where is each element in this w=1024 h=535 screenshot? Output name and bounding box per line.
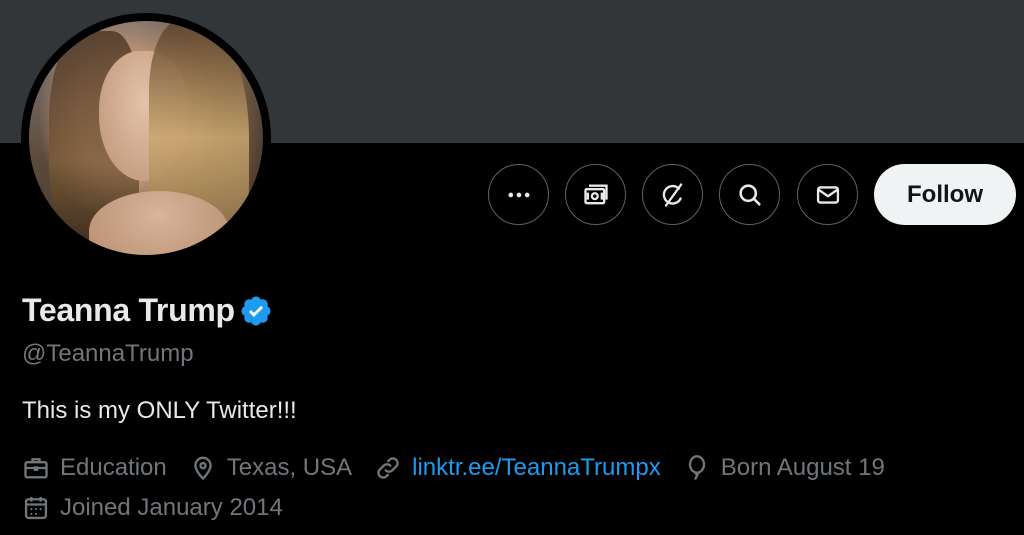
message-button[interactable] — [797, 164, 858, 225]
profile-name-row: Teanna Trump — [22, 292, 273, 329]
briefcase-icon — [24, 458, 48, 479]
location-label: Texas, USA — [226, 454, 353, 481]
follow-button[interactable]: Follow — [874, 164, 1016, 225]
subscribe-button[interactable] — [565, 164, 626, 225]
envelope-icon — [816, 185, 839, 204]
location-item: Texas, USA — [189, 454, 352, 482]
profile-handle: @TeannaTrump — [22, 340, 194, 367]
category-item: Education — [22, 454, 167, 482]
calendar-icon — [24, 496, 48, 520]
more-horizontal-icon — [508, 192, 529, 197]
website-item[interactable]: linktr.ee/TeannaTrumpx — [374, 454, 661, 482]
website-link[interactable]: linktr.ee/TeannaTrumpx — [412, 454, 661, 482]
profile-bio: This is my ONLY Twitter!!! — [22, 397, 297, 424]
location-pin-icon — [193, 456, 212, 481]
profile-meta-row-2: Joined January 2014 — [22, 494, 305, 522]
more-button[interactable] — [488, 164, 549, 225]
link-icon — [377, 457, 399, 479]
search-icon — [738, 183, 761, 206]
joined-label: Joined January 2014 — [60, 494, 283, 521]
money-icon — [583, 184, 608, 204]
avatar-photo — [29, 21, 263, 255]
birthday-item: Born August 19 — [683, 454, 885, 482]
category-label: Education — [60, 454, 167, 481]
grok-button[interactable] — [642, 164, 703, 225]
verified-badge-icon[interactable] — [239, 294, 273, 328]
joined-item: Joined January 2014 — [22, 494, 283, 522]
balloon-icon — [688, 455, 705, 480]
birthday-label: Born August 19 — [720, 454, 885, 481]
avatar[interactable] — [21, 13, 271, 263]
profile-meta-row: Education Texas, USA linktr.ee/TeannaTru… — [22, 454, 907, 482]
grok-icon — [662, 182, 682, 207]
search-profile-button[interactable] — [719, 164, 780, 225]
profile-name: Teanna Trump — [22, 292, 235, 328]
